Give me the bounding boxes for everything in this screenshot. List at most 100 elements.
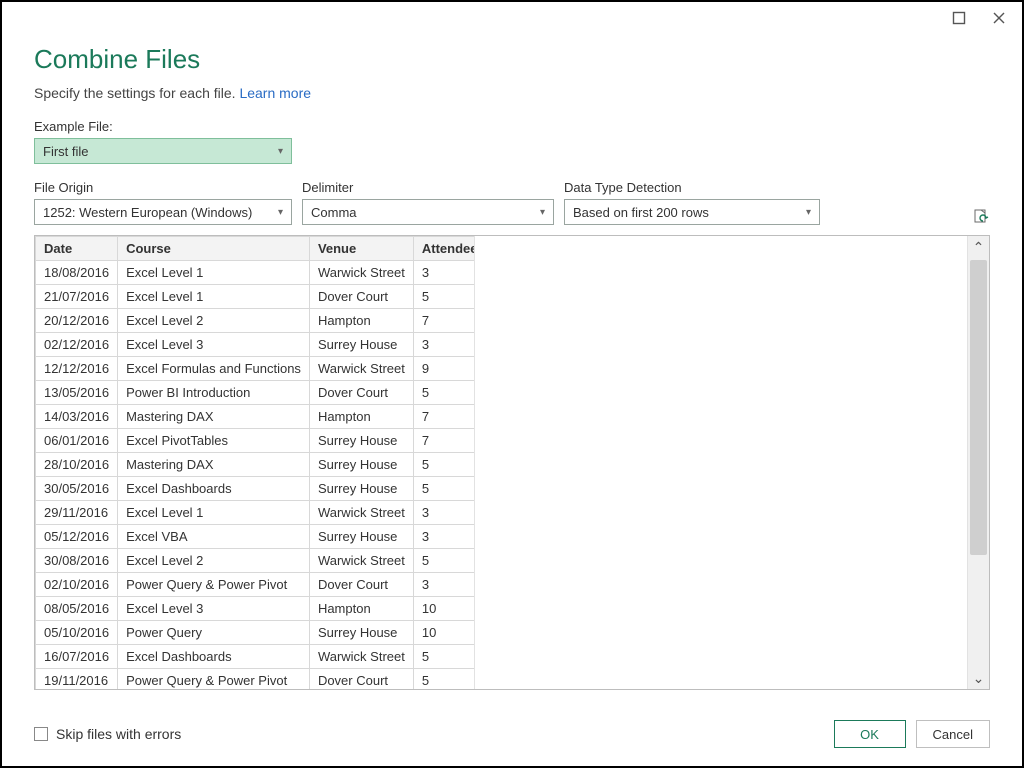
table-row[interactable]: 20/12/2016Excel Level 2Hampton7 [36,309,476,333]
skip-files-option[interactable]: Skip files with errors [34,726,181,742]
table-cell: 14/03/2016 [36,405,118,429]
table-cell: 28/10/2016 [36,453,118,477]
table-cell: Mastering DAX [118,405,310,429]
table-row[interactable]: 30/05/2016Excel DashboardsSurrey House5 [36,477,476,501]
table-row[interactable]: 08/05/2016Excel Level 3Hampton10 [36,597,476,621]
table-cell: 29/11/2016 [36,501,118,525]
combine-files-dialog: Combine Files Specify the settings for e… [0,0,1024,768]
table-cell: 30/08/2016 [36,549,118,573]
chevron-down-icon: ▾ [278,146,283,157]
skip-files-checkbox[interactable] [34,727,48,741]
table-cell: Excel Dashboards [118,645,310,669]
refresh-preview-button[interactable] [972,207,990,225]
detection-dropdown[interactable]: Based on first 200 rows ▾ [564,199,820,225]
table-row[interactable]: 28/10/2016Mastering DAXSurrey House5 [36,453,476,477]
table-cell: Hampton [309,405,413,429]
table-row[interactable]: 29/11/2016Excel Level 1Warwick Street3 [36,501,476,525]
chevron-down-icon: ▾ [540,207,545,218]
table-cell: Surrey House [309,477,413,501]
chevron-down-icon: ▾ [806,207,811,218]
table-cell: Surrey House [309,525,413,549]
dialog-content: Combine Files Specify the settings for e… [2,34,1022,706]
table-cell: 5 [413,549,475,573]
table-cell: Power BI Introduction [118,381,310,405]
maximize-button[interactable] [950,9,968,27]
dialog-title: Combine Files [34,44,990,75]
table-cell: Excel Level 3 [118,597,310,621]
table-row[interactable]: 18/08/2016Excel Level 1Warwick Street3 [36,261,476,285]
table-cell: Warwick Street [309,501,413,525]
delimiter-label: Delimiter [302,180,554,195]
table-row[interactable]: 21/07/2016Excel Level 1Dover Court5 [36,285,476,309]
table-cell: 5 [413,645,475,669]
table-cell: Dover Court [309,573,413,597]
cancel-button[interactable]: Cancel [916,720,990,748]
table-cell: Warwick Street [309,261,413,285]
table-cell: Excel Level 1 [118,501,310,525]
table-row[interactable]: 05/10/2016Power QuerySurrey House10 [36,621,476,645]
table-row[interactable]: 30/08/2016Excel Level 2Warwick Street5 [36,549,476,573]
table-cell: 3 [413,261,475,285]
detection-label: Data Type Detection [564,180,820,195]
ok-button[interactable]: OK [834,720,906,748]
table-cell: 5 [413,669,475,690]
table-row[interactable]: 12/12/2016Excel Formulas and FunctionsWa… [36,357,476,381]
table-cell: 08/05/2016 [36,597,118,621]
table-row[interactable]: 02/10/2016Power Query & Power PivotDover… [36,573,476,597]
learn-more-link[interactable]: Learn more [239,85,311,101]
titlebar [2,2,1022,34]
table-row[interactable]: 05/12/2016Excel VBASurrey House3 [36,525,476,549]
table-cell: 02/12/2016 [36,333,118,357]
example-file-dropdown[interactable]: First file ▾ [34,138,292,164]
file-origin-dropdown[interactable]: 1252: Western European (Windows) ▾ [34,199,292,225]
parse-options-row: File Origin 1252: Western European (Wind… [34,180,990,225]
table-cell: Excel Formulas and Functions [118,357,310,381]
ok-button-label: OK [860,727,879,742]
delimiter-dropdown[interactable]: Comma ▾ [302,199,554,225]
column-header[interactable]: Date [36,237,118,261]
scroll-up-arrow-icon[interactable]: ⌃ [968,236,989,258]
table-cell: 3 [413,573,475,597]
table-row[interactable]: 14/03/2016Mastering DAXHampton7 [36,405,476,429]
table-cell: Excel Dashboards [118,477,310,501]
table-cell: Warwick Street [309,357,413,381]
table-cell: Surrey House [309,333,413,357]
table-cell: Excel Level 2 [118,549,310,573]
table-cell: Excel Level 1 [118,261,310,285]
table-cell: Excel PivotTables [118,429,310,453]
table-row[interactable]: 13/05/2016Power BI IntroductionDover Cou… [36,381,476,405]
table-cell: 3 [413,525,475,549]
table-cell: 05/12/2016 [36,525,118,549]
preview-empty-area [475,236,967,689]
table-row[interactable]: 16/07/2016Excel DashboardsWarwick Street… [36,645,476,669]
scrollbar-thumb[interactable] [970,260,987,555]
delimiter-value: Comma [311,205,357,220]
table-cell: 5 [413,381,475,405]
skip-files-label: Skip files with errors [56,726,181,742]
table-cell: 5 [413,285,475,309]
scroll-down-arrow-icon[interactable]: ⌄ [968,667,989,689]
table-cell: Surrey House [309,429,413,453]
table-row[interactable]: 19/11/2016Power Query & Power PivotDover… [36,669,476,690]
column-header[interactable]: Attendees [413,237,475,261]
table-cell: 7 [413,309,475,333]
preview-table-area: DateCourseVenueAttendees 18/08/2016Excel… [35,236,475,689]
table-cell: Surrey House [309,453,413,477]
vertical-scrollbar[interactable]: ⌃ ⌄ [967,236,989,689]
dialog-footer: Skip files with errors OK Cancel [2,706,1022,766]
table-cell: 10 [413,621,475,645]
table-cell: Warwick Street [309,645,413,669]
column-header[interactable]: Venue [309,237,413,261]
column-header[interactable]: Course [118,237,310,261]
example-file-section: Example File: First file ▾ [34,119,990,164]
dialog-subtitle: Specify the settings for each file. Lear… [34,85,990,101]
table-row[interactable]: 06/01/2016Excel PivotTablesSurrey House7 [36,429,476,453]
table-cell: Dover Court [309,285,413,309]
table-row[interactable]: 02/12/2016Excel Level 3Surrey House3 [36,333,476,357]
close-button[interactable] [990,9,1008,27]
table-cell: 05/10/2016 [36,621,118,645]
preview-pane: DateCourseVenueAttendees 18/08/2016Excel… [34,235,990,690]
table-cell: 9 [413,357,475,381]
table-cell: 7 [413,429,475,453]
cancel-button-label: Cancel [933,727,973,742]
